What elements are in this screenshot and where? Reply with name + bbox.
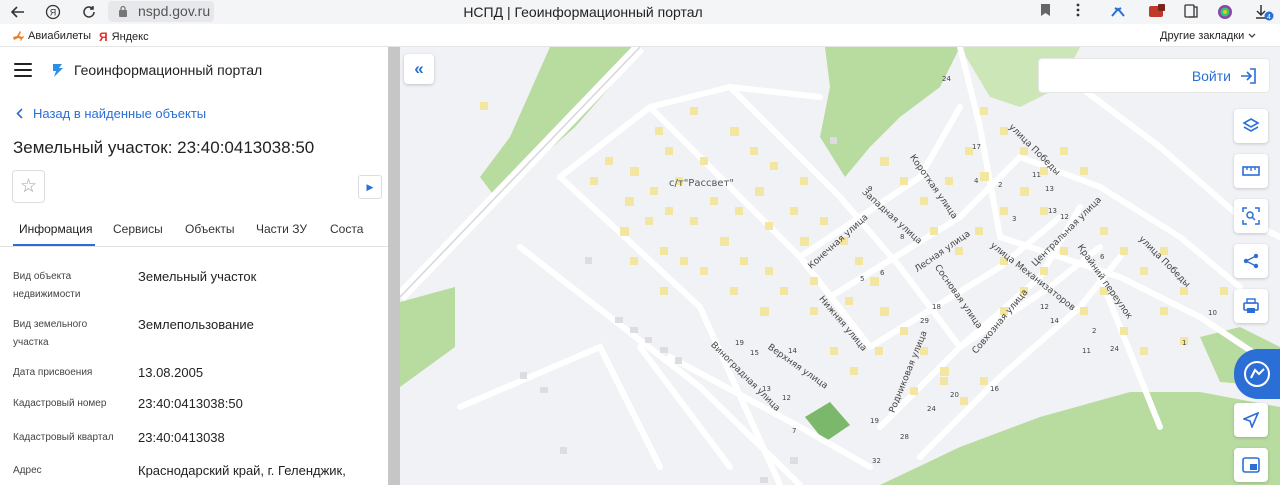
share-icon[interactable] [1234, 244, 1268, 278]
svg-text:4: 4 [1267, 14, 1271, 21]
back-to-results-link[interactable]: Назад в найденные объекты [16, 106, 206, 121]
bookmark-icon[interactable] [1040, 3, 1051, 20]
yandex-logo-icon: Я [99, 30, 108, 44]
portal-logo-icon [53, 64, 63, 77]
layers-icon[interactable] [1234, 109, 1268, 143]
print-icon[interactable] [1234, 289, 1268, 323]
info-tabs: Информация Сервисы Объекты Части ЗУ Сост… [0, 209, 388, 247]
map-graphics [400, 47, 1280, 485]
more-vertical-icon[interactable] [1076, 3, 1080, 20]
collections-icon[interactable] [1183, 3, 1199, 22]
tab-objects[interactable]: Объекты [185, 222, 235, 236]
minimap-icon[interactable] [1234, 448, 1268, 482]
tabs-scroll-right-icon[interactable]: ▶ [358, 175, 382, 199]
ruler-icon[interactable] [1234, 154, 1268, 188]
panel-scrollbar[interactable] [388, 47, 400, 485]
login-button[interactable]: Войти [1038, 58, 1270, 93]
chevron-down-icon [1248, 33, 1256, 38]
browser-toolbar: Я nspd.gov.ru НСПД | Геоинформационный п… [0, 0, 1280, 24]
favorite-star-icon[interactable]: ☆ [12, 170, 45, 203]
object-title: Земельный участок: 23:40:0413038:50 [13, 138, 315, 157]
plane-icon [13, 31, 24, 41]
search-area-icon[interactable] [1234, 199, 1268, 233]
tab-title: НСПД | Геоинформационный портал [463, 4, 703, 20]
chevron-left-icon [16, 108, 23, 119]
menu-icon[interactable] [14, 63, 32, 77]
bookmarks-bar: Авиабилеты Я Яндекс Другие закладки [0, 24, 1280, 47]
bookmark-aviatickets[interactable]: Авиабилеты [12, 30, 91, 42]
green-area [400, 287, 455, 387]
map-canvas[interactable]: с/т"Рассвет" улица Победы Короткая улица… [400, 47, 1280, 485]
downloads-icon[interactable]: 4 [1254, 3, 1274, 24]
tab-information[interactable]: Информация [19, 222, 92, 236]
assistant-chat-icon[interactable] [1234, 349, 1280, 399]
locate-icon[interactable] [1234, 403, 1268, 437]
extension-red-icon[interactable] [1148, 3, 1166, 22]
settlement-label: с/т"Рассвет" [669, 178, 734, 189]
tab-parts[interactable]: Части ЗУ [256, 222, 307, 236]
tab-composition[interactable]: Соста [330, 222, 363, 236]
other-bookmarks[interactable]: Другие закладки [1160, 30, 1256, 42]
bookmark-yandex[interactable]: Я Яндекс [99, 30, 149, 44]
object-info-panel: Геоинформационный портал Назад в найденн… [0, 47, 388, 485]
alice-icon[interactable] [1216, 3, 1234, 24]
active-tab-indicator [13, 244, 95, 246]
portal-name: Геоинформационный портал [74, 62, 263, 78]
collapse-panel-icon[interactable]: « [404, 54, 434, 84]
login-arrow-icon [1241, 68, 1256, 84]
extension-scissors-icon[interactable] [1110, 3, 1126, 22]
tab-services[interactable]: Сервисы [113, 222, 163, 236]
green-area [820, 47, 960, 177]
